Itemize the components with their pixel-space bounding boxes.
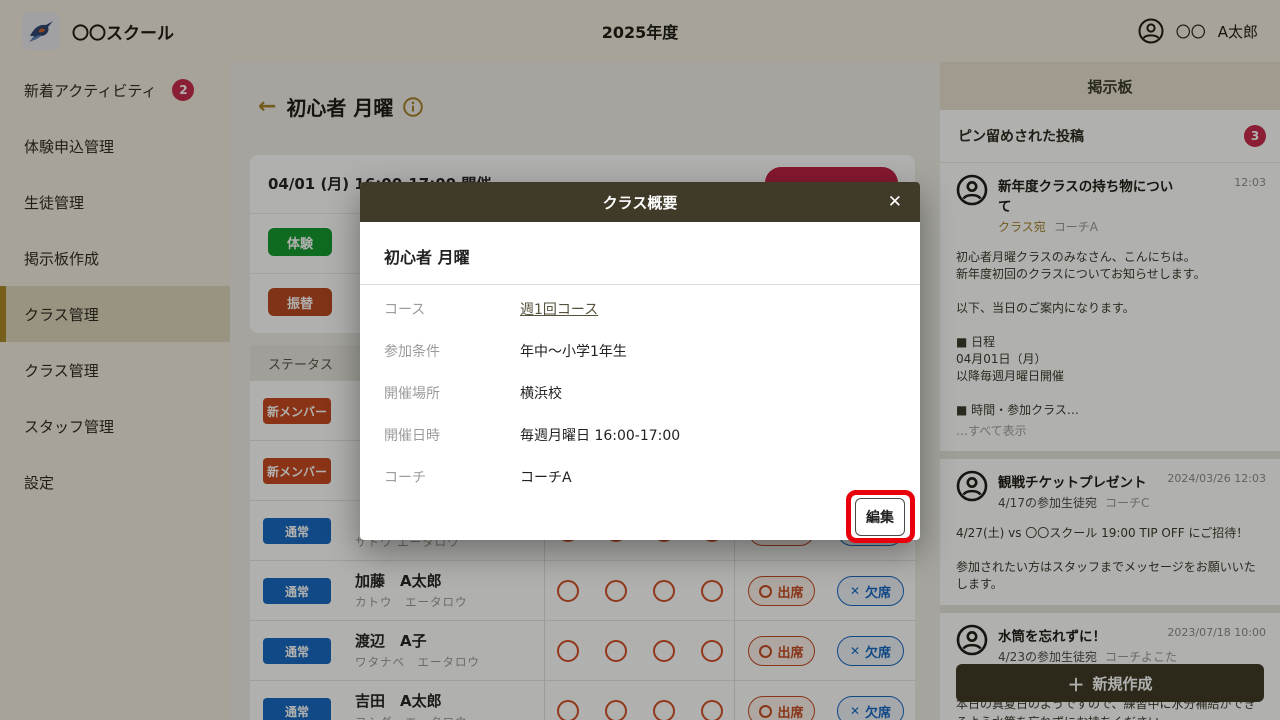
field-label-eligibility: 参加条件	[384, 341, 440, 361]
field-label-schedule: 開催日時	[384, 425, 440, 445]
divider	[360, 284, 920, 285]
field-value-location: 横浜校	[520, 383, 562, 403]
edit-button[interactable]: 編集	[855, 498, 905, 536]
close-icon[interactable]: ✕	[888, 191, 902, 213]
field-label-course: コース	[384, 299, 425, 319]
field-value-schedule: 毎週月曜日 16:00-17:00	[520, 425, 680, 445]
modal-class-name: 初心者 月曜	[384, 244, 470, 268]
modal-title: クラス概要	[603, 192, 678, 213]
modal-header: クラス概要 ✕	[360, 182, 920, 222]
course-link[interactable]: 週1回コース	[520, 302, 598, 318]
class-overview-modal: クラス概要 ✕ 初心者 月曜 コース 週1回コース 参加条件 年中〜小学1年生 …	[360, 182, 920, 540]
field-value-eligibility: 年中〜小学1年生	[520, 341, 627, 361]
field-label-location: 開催場所	[384, 383, 440, 403]
app-screen: 〇〇スクール 2025年度 〇〇 A太郎 新着アクティビティ 2 体験申込管理 …	[0, 0, 1280, 720]
field-value-coach: コーチA	[520, 467, 572, 487]
field-label-coach: コーチ	[384, 467, 426, 487]
